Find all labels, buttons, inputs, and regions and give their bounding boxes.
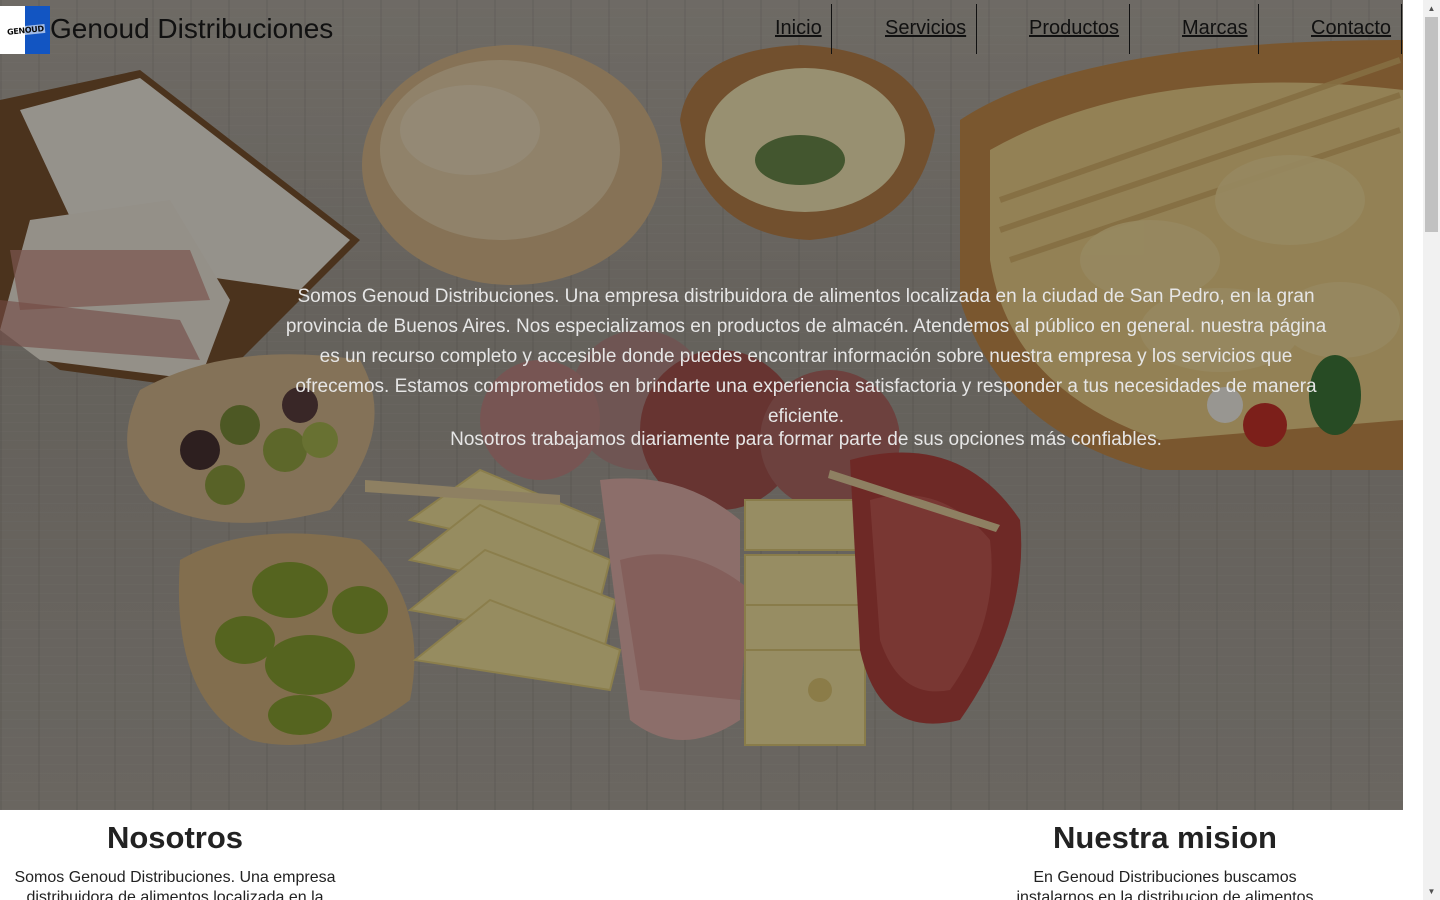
nav-servicios[interactable]: Servicios (885, 17, 966, 40)
hero-intro-text: Somos Genoud Distribuciones. Una empresa… (285, 286, 1327, 427)
mission-text: En Genoud Distribuciones buscamos instal… (1016, 869, 1314, 900)
nav-inicio[interactable]: Inicio (775, 17, 822, 40)
vertical-scrollbar[interactable]: ▲ ▼ (1423, 0, 1440, 900)
brand-title: Genoud Distribuciones (50, 13, 334, 44)
nav-contacto[interactable]: Contacto (1311, 17, 1391, 40)
nav-divider (976, 4, 977, 54)
site-header: GENOUD Genoud Distribuciones Inicio Serv… (0, 0, 1403, 56)
nav-divider (1129, 4, 1130, 54)
scrollbar-thumb[interactable] (1425, 17, 1438, 232)
mission-title: Nuestra mision (1053, 820, 1277, 855)
logo-lettering: GENOUD (5, 23, 45, 37)
scroll-down-arrow-icon[interactable]: ▼ (1423, 883, 1440, 900)
nav-divider (1258, 4, 1259, 54)
nav-productos[interactable]: Productos (1029, 17, 1119, 40)
nav-marcas[interactable]: Marcas (1182, 17, 1248, 40)
about-title: Nosotros (106, 820, 244, 855)
hero-tagline: Nosotros trabajamos diariamente para for… (450, 429, 1162, 450)
page: GENOUD Genoud Distribuciones Inicio Serv… (0, 0, 1423, 900)
nav-divider (1401, 4, 1402, 54)
about-text: Somos Genoud Distribuciones. Una empresa… (14, 869, 336, 900)
scroll-up-arrow-icon[interactable]: ▲ (1423, 0, 1440, 17)
genoud-logo[interactable]: GENOUD (0, 6, 50, 54)
nav-divider (831, 4, 832, 54)
